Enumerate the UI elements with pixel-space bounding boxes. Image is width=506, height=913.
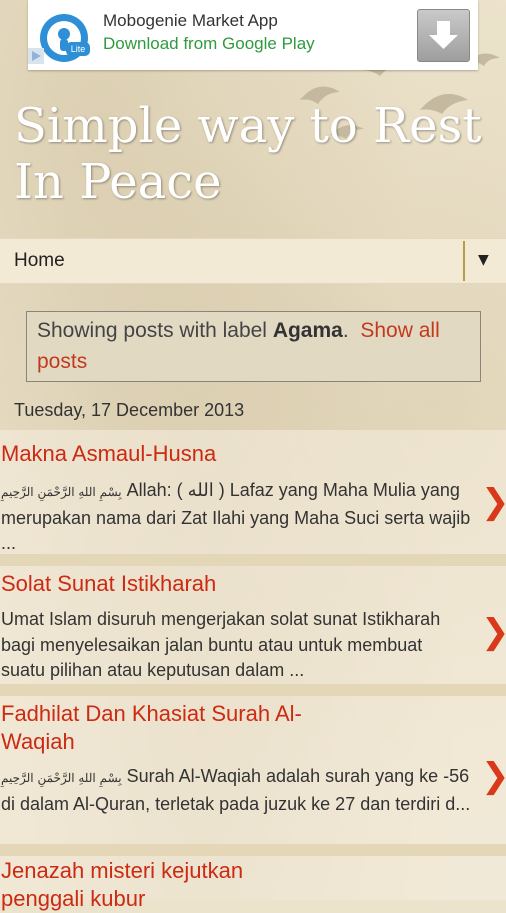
dropdown-arrow-icon[interactable]: ▼: [478, 252, 489, 268]
post-arabic: بِسْمِ اللهِ الرَّحْمَنِ الرَّحِيمِ: [1, 771, 122, 785]
post-snippet: بِسْمِ اللهِ الرَّحْمَنِ الرَّحِيمِ Alla…: [1, 480, 471, 553]
adchoices-icon[interactable]: [28, 48, 44, 64]
post-snippet: Umat Islam disuruh mengerjakan solat sun…: [1, 609, 441, 680]
post-title[interactable]: Solat Sunat Istikharah: [1, 570, 216, 598]
post-open-chevron-icon[interactable]: ❯: [481, 482, 506, 522]
ad-title[interactable]: Mobogenie Market App: [103, 11, 278, 31]
date-header: Tuesday, 17 December 2013: [14, 400, 245, 420]
status-label: Agama: [272, 319, 343, 342]
mobogenie-logo-icon: Lite: [40, 14, 90, 62]
blog-title[interactable]: Simple way to Rest In Peace: [14, 98, 494, 210]
post-divider: [0, 684, 506, 696]
post-divider: [0, 554, 506, 566]
post-snippet: بِسْمِ اللهِ الرَّحْمَنِ الرَّحِيمِ Sura…: [1, 766, 471, 814]
status-suffix: .: [342, 319, 349, 342]
nav-home-link[interactable]: Home: [14, 250, 65, 272]
download-button[interactable]: [417, 9, 470, 62]
post-open-chevron-icon[interactable]: ❯: [481, 612, 506, 652]
post-arabic: بِسْمِ اللهِ الرَّحْمَنِ الرَّحِيمِ: [1, 485, 122, 499]
post-title[interactable]: Makna Asmaul-Husna: [1, 440, 216, 468]
status-prefix: Showing posts with label: [37, 319, 267, 342]
ad-banner[interactable]: Lite Mobogenie Market App Download from …: [28, 0, 478, 70]
post-title[interactable]: Fadhilat Dan Khasiat Surah Al-Waqiah: [1, 700, 341, 756]
download-arrow-icon: [429, 21, 458, 49]
nav-bar: Home ▼: [0, 238, 506, 284]
post-divider: [0, 844, 506, 856]
post-open-chevron-icon[interactable]: ❯: [481, 756, 506, 796]
post-title[interactable]: Jenazah misteri kejutkan penggali kubur: [1, 857, 301, 913]
ad-subtitle[interactable]: Download from Google Play: [103, 34, 315, 54]
svg-text:Lite: Lite: [71, 44, 86, 54]
nav-divider: [463, 241, 465, 281]
label-status-box: Showing posts with label Agama. Show all…: [26, 311, 481, 382]
